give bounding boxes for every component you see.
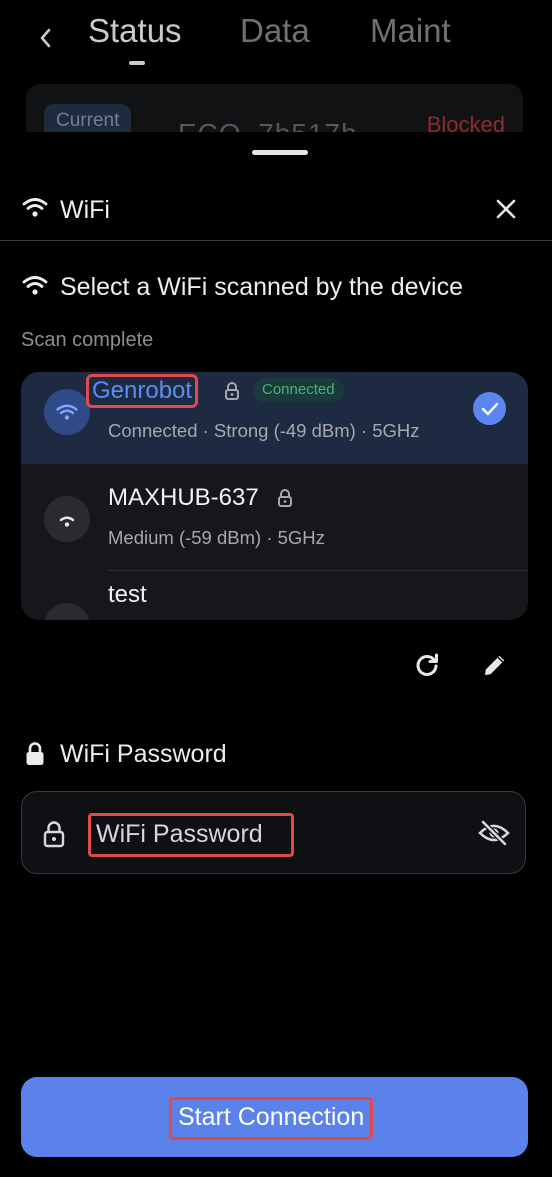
header-divider <box>0 240 552 241</box>
scan-status: Scan complete <box>21 329 154 351</box>
password-input[interactable] <box>88 813 294 857</box>
sheet-header: WiFi <box>0 182 552 242</box>
start-connection-button[interactable]: Start Connection <box>21 1077 528 1157</box>
start-connection-label: Start Connection <box>169 1097 374 1140</box>
lock-icon <box>224 381 240 401</box>
back-button[interactable] <box>34 24 58 52</box>
sheet-drag-handle[interactable] <box>252 150 308 155</box>
lock-icon <box>42 820 66 848</box>
wifi-network-item[interactable]: Genrobot Connected Connected · Strong (-… <box>21 372 528 464</box>
network-meta: Medium (-59 dBm) · 5GHz <box>108 527 325 548</box>
lock-icon <box>24 741 46 767</box>
close-icon <box>496 199 516 219</box>
eye-off-icon[interactable] <box>478 819 510 847</box>
lock-icon <box>277 488 293 508</box>
password-label: WiFi Password <box>60 740 227 768</box>
wifi-network-list[interactable]: Genrobot Connected Connected · Strong (-… <box>21 372 528 620</box>
password-field <box>21 791 526 874</box>
network-name: Genrobot <box>85 374 199 408</box>
sheet-title: WiFi <box>60 196 110 224</box>
connected-badge: Connected <box>253 378 344 402</box>
close-button[interactable] <box>493 196 519 222</box>
chevron-left-icon <box>40 28 51 48</box>
tab-maint[interactable]: Maint <box>370 12 451 50</box>
refresh-button[interactable] <box>412 650 442 680</box>
select-wifi-prompt: Select a WiFi scanned by the device <box>22 270 542 304</box>
wifi-signal-medium-icon <box>44 496 90 542</box>
list-separator <box>108 570 528 571</box>
wifi-network-item[interactable]: MAXHUB-637 Medium (-59 dBm) · 5GHz <box>21 479 528 571</box>
wifi-network-item[interactable]: test <box>21 581 528 620</box>
wifi-icon <box>22 196 48 218</box>
tab-data[interactable]: Data <box>240 12 310 50</box>
network-meta: Connected · Strong (-49 dBm) · 5GHz <box>108 420 420 441</box>
network-name: MAXHUB-637 <box>108 484 259 511</box>
wifi-bottom-sheet: WiFi Select a WiFi scanned by the device… <box>0 132 552 1177</box>
wifi-signal-strong-icon <box>44 389 90 435</box>
manual-entry-button[interactable] <box>480 650 510 680</box>
active-tab-indicator <box>129 61 145 65</box>
wifi-icon <box>22 274 48 296</box>
pencil-icon <box>485 655 505 675</box>
network-name: test <box>108 581 147 608</box>
tab-status[interactable]: Status <box>88 12 182 50</box>
selected-check-icon <box>473 392 506 425</box>
refresh-icon <box>416 653 438 676</box>
prompt-text: Select a WiFi scanned by the device <box>60 273 463 301</box>
wifi-signal-weak-icon <box>44 603 90 620</box>
password-label-row: WiFi Password <box>24 738 324 772</box>
top-nav-bar: Status Data Maint <box>0 0 552 90</box>
